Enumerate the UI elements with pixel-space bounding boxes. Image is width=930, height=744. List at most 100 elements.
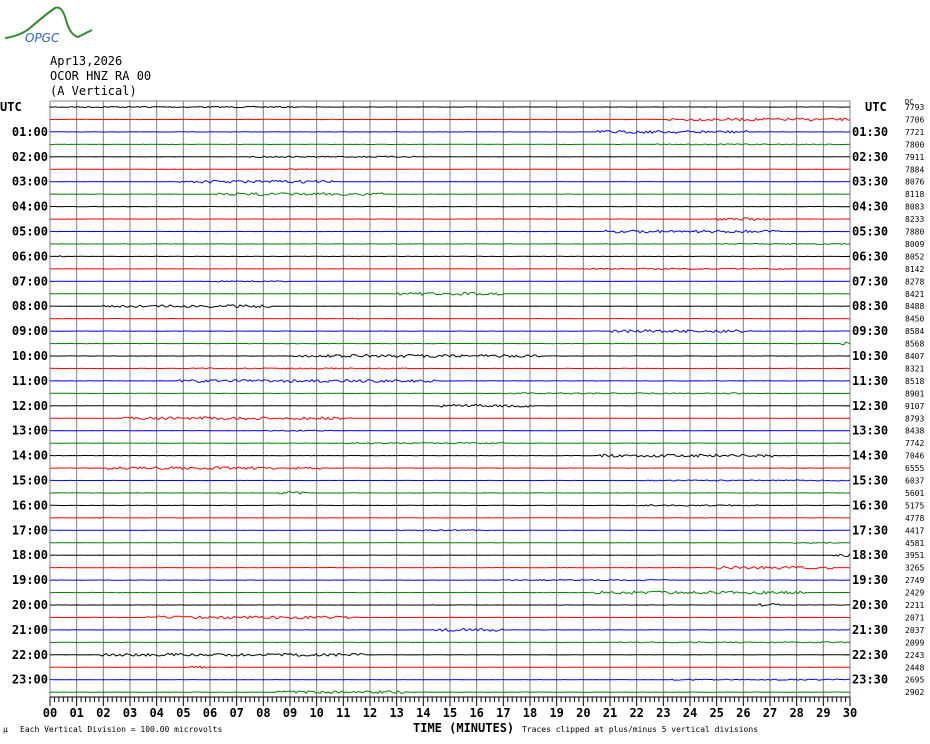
right-hour-label: 08:30 (852, 299, 888, 313)
x-tick-label: 07 (229, 706, 243, 720)
left-hour-label: 01:00 (12, 125, 48, 139)
dc-offset-label: 2429 (905, 589, 924, 598)
right-hour-label: 11:30 (852, 374, 888, 388)
x-tick-label: 00 (43, 706, 57, 720)
dc-offset-label: 7706 (905, 115, 924, 124)
dc-offset-label: 7800 (905, 140, 924, 149)
left-hour-label: 22:00 (12, 648, 48, 662)
x-tick-label: 18 (523, 706, 537, 720)
right-hour-label: 05:30 (852, 225, 888, 239)
x-tick-label: 26 (736, 706, 750, 720)
left-hour-label: 18:00 (12, 548, 48, 562)
right-hour-label: 18:30 (852, 548, 888, 562)
dc-offset-label: 8901 (905, 389, 924, 398)
dc-offset-label: 7046 (905, 452, 924, 461)
dc-offset-label: 2243 (905, 651, 924, 660)
left-hour-label: 13:00 (12, 424, 48, 438)
right-hour-label: 01:30 (852, 125, 888, 139)
trace-33 (49, 516, 851, 519)
dc-offset-label: 7884 (905, 165, 924, 174)
scale-note: Each Vertical Division = 100.00 microvol… (20, 725, 223, 734)
dc-offset-label: 7742 (905, 439, 924, 448)
x-tick-label: 19 (549, 706, 563, 720)
x-tick-label: 02 (96, 706, 110, 720)
trace-13 (49, 267, 851, 270)
x-tick-label: 01 (69, 706, 83, 720)
right-hour-label: 06:30 (852, 249, 888, 263)
x-tick-label: 14 (416, 706, 430, 720)
x-tick-label: 10 (309, 706, 323, 720)
dc-offset-label: 4417 (905, 526, 924, 535)
dc-offset-label: 2037 (905, 626, 924, 635)
corner-mark: µ (3, 725, 8, 734)
left-axis-title: UTC (0, 100, 22, 114)
left-hour-label: 03:00 (12, 175, 48, 189)
dc-offset-label: 8278 (905, 277, 924, 286)
left-hour-label: 06:00 (12, 249, 48, 263)
trace-30 (49, 479, 851, 482)
dc-offset-label: 6037 (905, 477, 924, 486)
right-hour-label: 17:30 (852, 523, 888, 537)
dc-offset-label: 8076 (905, 178, 924, 187)
right-hour-label: 13:30 (852, 424, 888, 438)
right-hour-label: 02:30 (852, 150, 888, 164)
x-tick-label: 11 (336, 706, 350, 720)
left-hour-label: 04:00 (12, 200, 48, 214)
dc-offset-label: 8009 (905, 240, 924, 249)
dc-offset-label: 7880 (905, 228, 924, 237)
right-hour-label: 04:30 (852, 200, 888, 214)
left-hour-label: 19:00 (12, 573, 48, 587)
x-tick-label: 08 (256, 706, 270, 720)
dc-offset-label: 8321 (905, 364, 924, 373)
trace-27 (49, 442, 851, 445)
left-hour-label: 08:00 (12, 299, 48, 313)
dc-offset-label: 4581 (905, 539, 924, 548)
right-hour-label: 22:30 (852, 648, 888, 662)
trace-3 (49, 143, 851, 146)
right-hour-label: 09:30 (852, 324, 888, 338)
helicorder-plot: 7793770677217800791178848076811880838233… (0, 98, 924, 720)
dc-offset-label: 2099 (905, 638, 924, 647)
left-hour-label: 23:00 (12, 673, 48, 687)
dc-offset-label: 8568 (905, 340, 924, 349)
dc-offset-label: 4778 (905, 514, 924, 523)
x-tick-label: 04 (149, 706, 163, 720)
right-hour-label: 20:30 (852, 598, 888, 612)
left-hour-label: 17:00 (12, 523, 48, 537)
dc-offset-label: 8233 (905, 215, 924, 224)
left-hour-label: 12:00 (12, 399, 48, 413)
left-hour-label: 09:00 (12, 324, 48, 338)
dc-offset-label: 6555 (905, 464, 924, 473)
right-hour-label: 19:30 (852, 573, 888, 587)
trace-26 (49, 429, 851, 432)
dc-offset-label: 2902 (905, 688, 924, 697)
left-hour-label: 15:00 (12, 474, 48, 488)
left-hour-label: 16:00 (12, 498, 48, 512)
x-tick-label: 22 (629, 706, 643, 720)
dc-offset-label: 8438 (905, 427, 924, 436)
x-tick-label: 29 (816, 706, 830, 720)
x-tick-label: 06 (203, 706, 217, 720)
x-tick-label: 25 (709, 706, 723, 720)
trace-35 (49, 541, 850, 544)
dc-offset-label: 9107 (905, 402, 924, 411)
right-hour-label: 16:30 (852, 498, 888, 512)
left-hour-label: 05:00 (12, 225, 48, 239)
right-hour-label: 12:30 (852, 399, 888, 413)
dc-offset-label: 2071 (905, 613, 924, 622)
left-hour-label: 07:00 (12, 274, 48, 288)
x-tick-label: 23 (656, 706, 670, 720)
x-tick-label: 05 (176, 706, 190, 720)
x-tick-label: 17 (496, 706, 510, 720)
x-tick-label: 21 (603, 706, 617, 720)
x-axis-title: TIME (MINUTES) (413, 721, 515, 735)
right-hour-label: 21:30 (852, 623, 888, 637)
dc-offset-label: 2695 (905, 676, 924, 685)
right-hour-label: 14:30 (852, 449, 888, 463)
trace-23 (49, 392, 851, 395)
x-tick-label: 24 (683, 706, 697, 720)
dc-offset-label: 8793 (905, 414, 924, 423)
dc-offset-label: 5175 (905, 501, 924, 510)
dc-offset-label: 8118 (905, 190, 924, 199)
dc-offset-label: 2749 (905, 576, 924, 585)
